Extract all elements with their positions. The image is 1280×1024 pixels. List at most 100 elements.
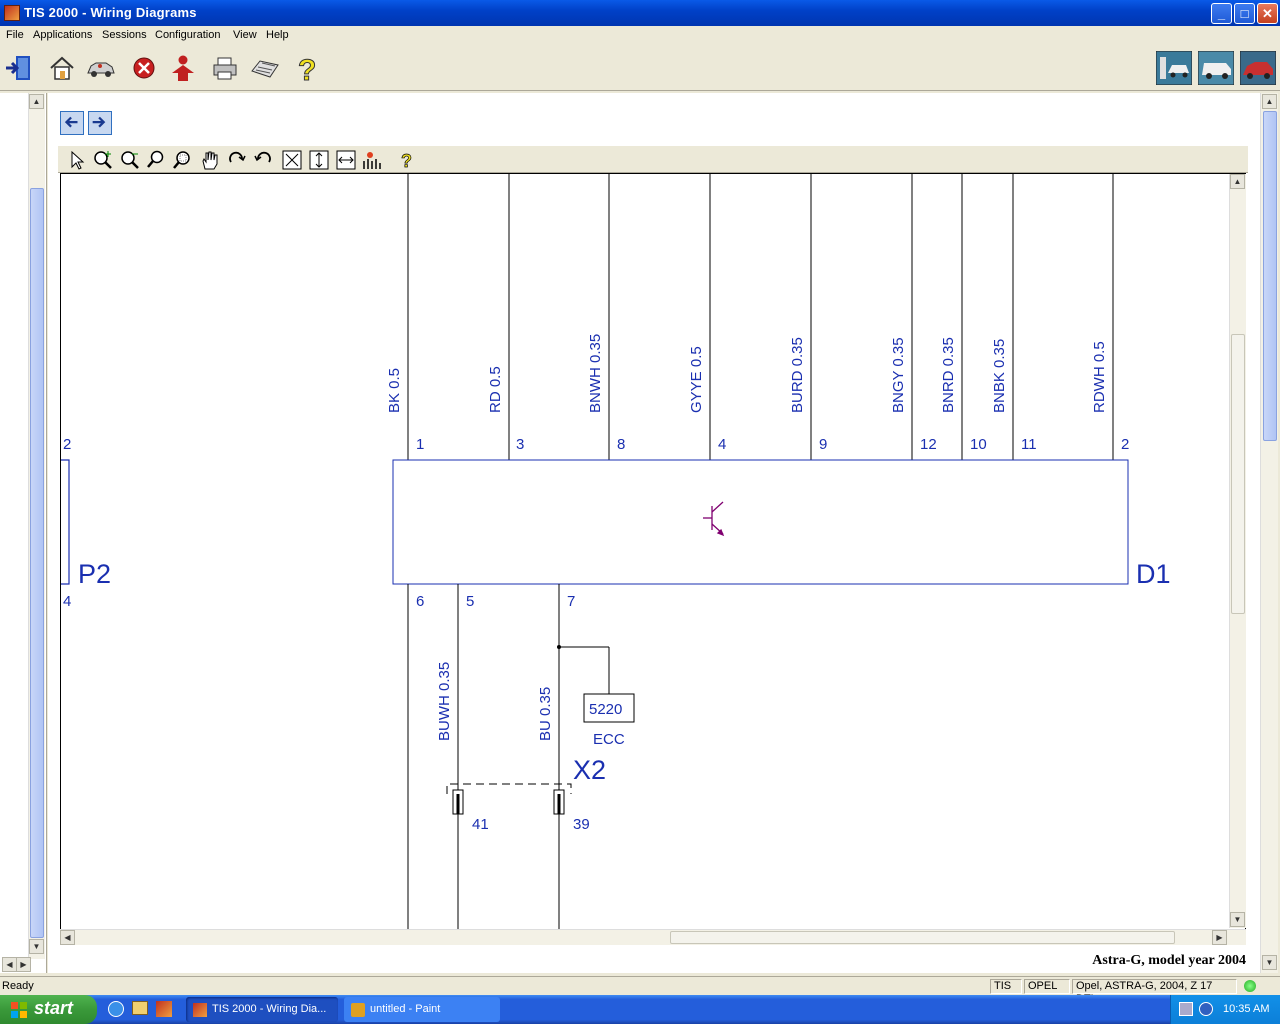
menu-configuration[interactable]: Configuration bbox=[155, 29, 220, 41]
minimize-button[interactable]: _ bbox=[1211, 3, 1232, 24]
page-vertical-scrollbar[interactable]: ▲ ▼ bbox=[1260, 93, 1278, 973]
forward-arrow-icon[interactable] bbox=[88, 111, 112, 135]
close-button[interactable]: ✕ bbox=[1257, 3, 1278, 24]
taskbar: start TIS 2000 - Wiring Dia... untitled … bbox=[0, 995, 1280, 1024]
pin-number: 7 bbox=[567, 593, 575, 610]
pin-number: 6 bbox=[416, 593, 424, 610]
wire-label-4: GYYE 0.5 bbox=[688, 346, 705, 413]
p2-pin-top: 2 bbox=[63, 436, 71, 453]
scroll-thumb[interactable] bbox=[30, 188, 44, 938]
start-label: start bbox=[34, 998, 74, 1018]
menu-bar: File Applications Sessions Configuration… bbox=[0, 26, 1280, 45]
menu-applications[interactable]: Applications bbox=[33, 29, 92, 41]
diagram-help-icon[interactable]: ? bbox=[396, 149, 418, 172]
status-panel-vehicle: Opel, ASTRA-G, 2004, Z 17 DTL bbox=[1072, 979, 1237, 1005]
wire-label-8: BNWH 0.35 bbox=[587, 334, 604, 413]
vehicle-model-note: Astra-G, model year 2004 bbox=[1092, 953, 1246, 968]
zoom-in-icon[interactable] bbox=[92, 149, 114, 171]
wire-label-bu: BU 0.35 bbox=[537, 687, 554, 741]
rotate-ccw-icon[interactable] bbox=[252, 149, 274, 171]
network-icon[interactable] bbox=[1179, 1002, 1193, 1016]
scroll-right-icon[interactable]: ▶ bbox=[1212, 930, 1227, 945]
title-bar: TIS 2000 - Wiring Diagrams _ □ ✕ bbox=[0, 0, 1280, 26]
component-d1-label: D1 bbox=[1136, 559, 1171, 589]
scroll-down-icon[interactable]: ▼ bbox=[29, 939, 44, 954]
component-p2-label: P2 bbox=[78, 559, 111, 589]
menu-view[interactable]: View bbox=[233, 29, 257, 41]
main-toolbar: ? bbox=[0, 45, 1280, 91]
wire-label-10: BNRD 0.35 bbox=[940, 337, 957, 413]
wire-label-buwh: BUWH 0.35 bbox=[436, 662, 453, 741]
paint-task-icon bbox=[351, 1003, 365, 1017]
vehicle-diagnostics-icon[interactable] bbox=[1155, 50, 1193, 86]
x2-pin-39: 39 bbox=[573, 816, 590, 833]
scroll-right-icon[interactable]: ▶ bbox=[16, 957, 31, 972]
diagram-vertical-scrollbar[interactable]: ▲ ▼ bbox=[1229, 174, 1246, 928]
svg-text:?: ? bbox=[298, 54, 316, 83]
scroll-thumb[interactable] bbox=[1263, 111, 1277, 441]
pin-number: 10 bbox=[970, 436, 987, 453]
exit-icon[interactable] bbox=[4, 53, 34, 83]
menu-sessions[interactable]: Sessions bbox=[102, 29, 147, 41]
help-icon[interactable]: ? bbox=[292, 53, 322, 88]
zoom-icon[interactable] bbox=[146, 149, 168, 171]
back-arrow-icon[interactable] bbox=[60, 111, 84, 135]
fit-width-icon[interactable] bbox=[335, 149, 357, 171]
fit-height-icon[interactable] bbox=[308, 149, 330, 171]
stop-icon[interactable] bbox=[129, 53, 159, 83]
diagram-horizontal-scrollbar[interactable]: ◀ ▶ bbox=[60, 929, 1246, 945]
svg-text:?: ? bbox=[401, 151, 412, 171]
status-text: Ready bbox=[2, 980, 34, 992]
person-icon[interactable] bbox=[168, 53, 198, 83]
menu-file[interactable]: File bbox=[6, 29, 24, 41]
keyboard-icon[interactable] bbox=[250, 53, 280, 83]
tray-app-icon[interactable] bbox=[1199, 1002, 1213, 1016]
scroll-up-icon[interactable]: ▲ bbox=[1230, 174, 1245, 189]
zoom-out-icon[interactable] bbox=[119, 149, 141, 171]
reference-box-number[interactable]: 5220 bbox=[589, 701, 622, 718]
scroll-thumb[interactable] bbox=[670, 931, 1175, 944]
scroll-down-icon[interactable]: ▼ bbox=[1230, 912, 1245, 927]
scroll-left-icon[interactable]: ◀ bbox=[60, 930, 75, 945]
select-arrow-icon[interactable] bbox=[66, 149, 88, 171]
folder-icon[interactable] bbox=[132, 1001, 148, 1015]
menu-help[interactable]: Help bbox=[266, 29, 289, 41]
pan-hand-icon[interactable] bbox=[199, 149, 221, 171]
scroll-down-icon[interactable]: ▼ bbox=[1262, 955, 1277, 970]
scroll-up-icon[interactable]: ▲ bbox=[1262, 94, 1277, 109]
tis-task-icon bbox=[193, 1003, 207, 1017]
scroll-left-icon[interactable]: ◀ bbox=[2, 957, 17, 972]
status-panel-tis: TIS bbox=[990, 979, 1022, 994]
van-icon[interactable] bbox=[1197, 50, 1235, 86]
status-panel-brand: OPEL bbox=[1024, 979, 1070, 994]
x2-pin-41: 41 bbox=[472, 816, 489, 833]
wire-label-3: RD 0.5 bbox=[487, 366, 504, 413]
wire-label-12: BNGY 0.35 bbox=[890, 337, 907, 413]
zoom-area-icon[interactable] bbox=[172, 149, 194, 171]
ie-icon[interactable] bbox=[108, 1001, 124, 1017]
wiring-diagram-canvas[interactable]: BK 0.5 RD 0.5 BNWH 0.35 GYYE 0.5 BURD 0.… bbox=[60, 173, 1246, 939]
pin-number: 11 bbox=[1021, 436, 1037, 453]
task-tis-wiring[interactable]: TIS 2000 - Wiring Dia... bbox=[186, 997, 338, 1022]
tis-quicklaunch-icon[interactable] bbox=[156, 1001, 172, 1017]
maximize-button[interactable]: □ bbox=[1234, 3, 1255, 24]
scroll-up-icon[interactable]: ▲ bbox=[29, 94, 44, 109]
rotate-cw-icon[interactable] bbox=[226, 149, 248, 171]
start-button[interactable]: start bbox=[0, 995, 97, 1024]
task-paint[interactable]: untitled - Paint bbox=[344, 997, 500, 1022]
fit-page-icon[interactable] bbox=[281, 149, 303, 171]
left-vertical-scrollbar[interactable]: ▲ ▼ bbox=[28, 93, 45, 959]
highlight-icon[interactable] bbox=[361, 149, 383, 171]
pin-number: 1 bbox=[416, 436, 424, 453]
connection-status-icon bbox=[1244, 980, 1256, 992]
scroll-thumb[interactable] bbox=[1231, 334, 1245, 614]
print-icon[interactable] bbox=[210, 53, 240, 83]
diagram-toolbar: ? bbox=[58, 145, 1248, 173]
p2-pin-bottom: 4 bbox=[63, 593, 71, 610]
vehicle-icon[interactable] bbox=[86, 53, 116, 83]
wire-label-9: BURD 0.35 bbox=[789, 337, 806, 413]
system-tray: 10:35 AM bbox=[1170, 995, 1280, 1024]
car-selection-icon[interactable] bbox=[1239, 50, 1277, 86]
home-icon[interactable] bbox=[47, 53, 77, 83]
pin-number: 2 bbox=[1121, 436, 1129, 453]
